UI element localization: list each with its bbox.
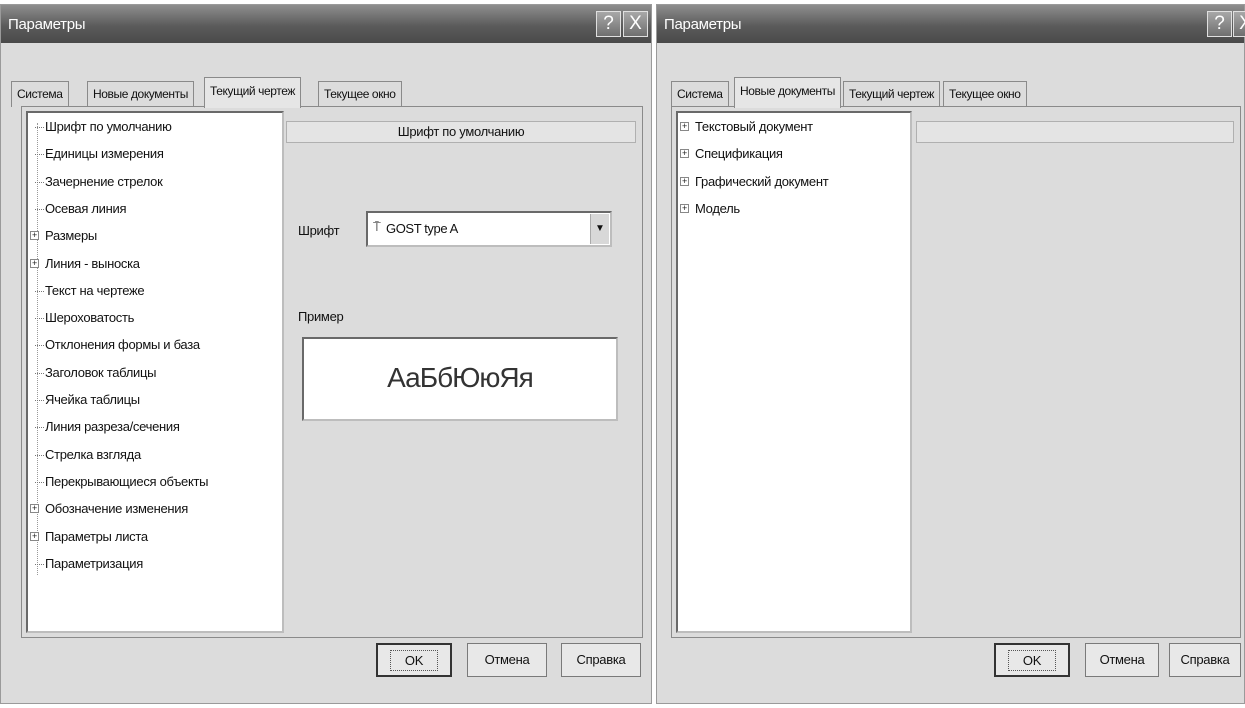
settings-tree[interactable]: + Текстовый документ + Спецификация + Графиче… — [676, 111, 912, 633]
props-header — [916, 121, 1234, 143]
tab-panel: Шрифт по умолчанию Единицы измерения Зачер… — [21, 106, 643, 638]
cancel-button[interactable]: Отмена — [467, 643, 547, 677]
close-button[interactable]: X — [1233, 11, 1245, 37]
expand-plus-icon[interactable]: + — [680, 203, 689, 213]
tree-connector — [35, 563, 44, 565]
chevron-down-icon[interactable]: ▼ — [590, 214, 609, 244]
tab-new-documents[interactable]: Новые документы — [87, 81, 194, 107]
parameters-dialog-left: Параметры ? X Система Новые документы Те… — [0, 4, 652, 704]
expand-plus-icon[interactable]: + — [680, 122, 689, 131]
ok-button[interactable]: OK — [994, 643, 1070, 677]
help-dialog-button[interactable]: Справка — [561, 643, 641, 677]
window-title: Параметры — [8, 16, 86, 33]
title-bar[interactable]: Параметры ? X — [1, 5, 651, 43]
help-dialog-button[interactable]: Справка — [1169, 643, 1241, 677]
tree-connector — [35, 318, 44, 320]
tree-item-label: Перекрывающиеся объекты — [45, 473, 209, 489]
tree-connector — [35, 481, 44, 483]
font-select[interactable]: ⍑ GOST type A ▼ — [366, 211, 612, 247]
tab-current-window[interactable]: Текущее окно — [943, 81, 1027, 107]
tree-item-label: Спецификация — [695, 146, 783, 162]
truetype-font-icon: ⍑ — [373, 219, 381, 234]
tree-connector — [35, 208, 44, 210]
tree-item-label: Параметры листа — [45, 528, 148, 544]
tree-item-label: Текстовый документ — [695, 119, 813, 134]
tab-new-documents[interactable]: Новые документы — [734, 77, 841, 108]
question-icon: ? — [1214, 13, 1225, 34]
tree-item-label: Линия - выноска — [45, 255, 140, 271]
title-bar[interactable]: Параметры ? X — [657, 5, 1245, 43]
tree-item-label: Ячейка таблицы — [45, 392, 140, 407]
expand-plus-icon[interactable]: + — [30, 531, 39, 541]
ok-button[interactable]: OK — [376, 643, 452, 677]
tab-current-drawing[interactable]: Текущий чертеж — [204, 77, 301, 108]
expand-plus-icon[interactable]: + — [30, 258, 39, 268]
window-title: Параметры — [664, 16, 742, 33]
tree-connector — [35, 427, 44, 429]
tree-connector — [35, 290, 44, 292]
font-preview-text: АаБбЮюЯя — [387, 362, 534, 393]
tab-current-window[interactable]: Текущее окно — [318, 81, 402, 107]
tree-item-label: Модель — [695, 200, 740, 216]
help-button[interactable]: ? — [596, 11, 621, 37]
tab-current-drawing[interactable]: Текущий чертеж — [843, 81, 940, 107]
tree-item-label: Зачернение стрелок — [45, 173, 163, 189]
tab-system[interactable]: Система — [11, 81, 69, 107]
expand-plus-icon[interactable]: + — [30, 504, 39, 514]
example-label: Пример — [298, 309, 344, 324]
tree-connector — [35, 400, 44, 401]
close-button[interactable]: X — [623, 11, 648, 37]
font-label: Шрифт — [298, 223, 340, 238]
expand-plus-icon[interactable]: + — [30, 231, 39, 241]
font-preview: АаБбЮюЯя — [302, 337, 618, 421]
cancel-button[interactable]: Отмена — [1085, 643, 1159, 677]
parameters-dialog-right: Параметры ? X Система Новые документы Те… — [656, 4, 1245, 704]
close-icon: X — [629, 13, 642, 34]
tree-item-label: Заголовок таблицы — [45, 364, 157, 380]
help-button[interactable]: ? — [1207, 11, 1232, 37]
tree-connector — [35, 181, 44, 183]
tree-item-label: Единицы измерения — [45, 146, 164, 162]
tree-item-label: Параметризация — [45, 555, 143, 571]
props-header: Шрифт по умолчанию — [286, 121, 636, 143]
expand-plus-icon[interactable]: + — [680, 149, 689, 159]
tree-item-label: Шероховатость — [45, 310, 135, 326]
tree-item-label: Отклонения формы и база — [45, 337, 200, 353]
tree-item-label: Обозначение изменения — [45, 501, 188, 517]
question-icon: ? — [603, 13, 614, 34]
tree-item-label: Графический документ — [695, 173, 829, 189]
tab-system[interactable]: Система — [671, 81, 729, 107]
tree-connector — [35, 154, 44, 156]
expand-plus-icon[interactable]: + — [680, 176, 689, 186]
tree-connector — [35, 345, 44, 347]
tree-item-label: Стрелка взгляда — [45, 446, 141, 462]
tree-item-label: Осевая линия — [45, 200, 127, 216]
tree-item-label: Размеры — [45, 228, 97, 244]
tree-connector — [35, 127, 44, 128]
tree-item-label: Текст на чертеже — [45, 282, 145, 298]
tree-item-label: Шрифт по умолчанию — [45, 119, 172, 134]
tree-connector — [35, 372, 44, 374]
settings-tree[interactable]: Шрифт по умолчанию Единицы измерения Зачер… — [26, 111, 284, 633]
tree-item-label: Линия разреза/сечения — [45, 419, 180, 435]
tab-panel: + Текстовый документ + Спецификация + Графиче… — [671, 106, 1241, 638]
tree-connector — [35, 454, 44, 456]
close-icon: X — [1239, 13, 1245, 34]
font-select-value: GOST type A — [386, 221, 458, 236]
